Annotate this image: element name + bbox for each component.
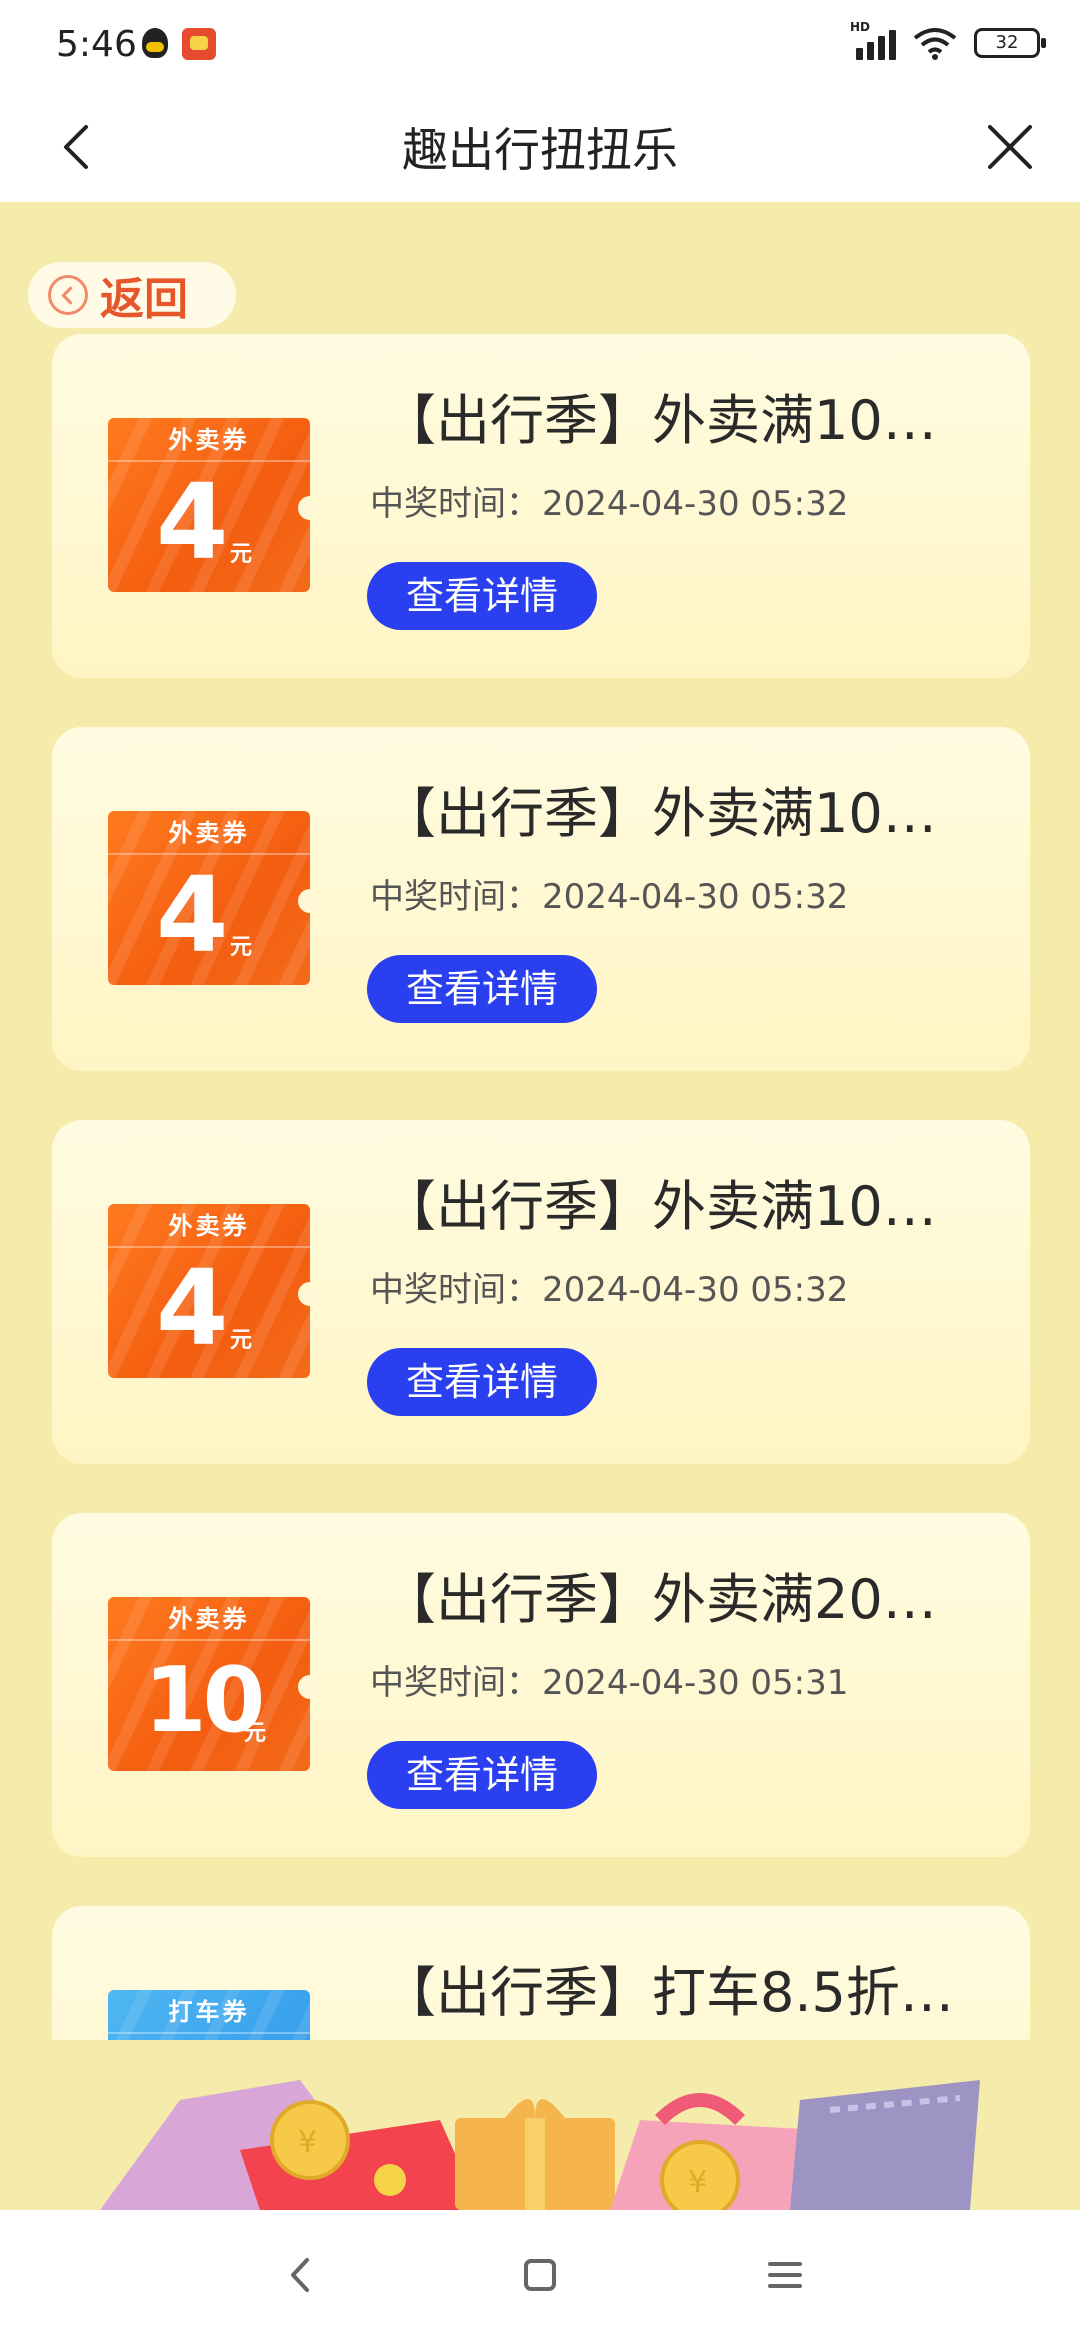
prize-title: 【出行季】外卖满10… <box>382 782 937 845</box>
close-icon[interactable] <box>980 117 1040 177</box>
coupon-type-label: 外卖券 <box>108 418 310 462</box>
prize-title: 【出行季】外卖满10… <box>382 1175 937 1238</box>
coupon-type-label: 外卖券 <box>108 1204 310 1248</box>
prize-card: 外卖券 4 元 【出行季】外卖满10… 中奖时间：2024-04-30 05:3… <box>52 727 1030 1071</box>
battery-icon: 32 <box>974 28 1046 58</box>
qq-icon <box>142 28 168 58</box>
coupon-unit: 元 <box>229 935 252 960</box>
prize-card: 打车券 【出行季】打车8.5折… <box>52 1906 1030 2040</box>
svg-text:¥: ¥ <box>688 2165 707 2200</box>
nav-home-icon[interactable] <box>505 2240 575 2310</box>
view-details-button[interactable]: 查看详情 <box>367 955 597 1023</box>
circle-back-icon <box>48 275 88 315</box>
status-time: 5:46 <box>56 24 137 65</box>
prize-title: 【出行季】打车8.5折… <box>382 1961 954 2024</box>
win-time: 中奖时间：2024-04-30 05:32 <box>370 877 849 917</box>
coupon-unit: 元 <box>229 1328 252 1353</box>
coupon-type-label: 打车券 <box>108 1990 310 2034</box>
main-content: 返回 外卖券 4 元 【出行季】外卖满10… 中奖时间：2024-04-30 0… <box>0 202 1080 2210</box>
coupon-unit: 元 <box>243 1721 266 1746</box>
cellular-signal-icon: HD <box>850 20 896 60</box>
nav-menu-icon[interactable] <box>750 2240 820 2310</box>
svg-text:¥: ¥ <box>298 2125 317 2160</box>
system-nav-bar <box>0 2210 1080 2340</box>
back-button[interactable]: 返回 <box>28 262 236 328</box>
prize-card: 外卖券 4 元 【出行季】外卖满10… 中奖时间：2024-04-30 05:3… <box>52 1120 1030 1464</box>
status-bar: 5:46 HD 32 <box>0 0 1080 92</box>
nav-back-icon[interactable] <box>265 2240 335 2310</box>
win-time: 中奖时间：2024-04-30 05:32 <box>370 484 849 524</box>
prize-card: 外卖券 10 元 【出行季】外卖满20… 中奖时间：2024-04-30 05:… <box>52 1513 1030 1857</box>
gift-decoration-image: ¥ ¥ <box>100 2080 980 2210</box>
notification-icons <box>142 28 216 60</box>
takeout-coupon-image: 外卖券 10 元 <box>108 1597 318 1773</box>
prize-title: 【出行季】外卖满20… <box>382 1568 937 1631</box>
prize-list[interactable]: 外卖券 4 元 【出行季】外卖满10… 中奖时间：2024-04-30 05:3… <box>52 334 1030 2040</box>
prize-title: 【出行季】外卖满10… <box>382 389 937 452</box>
back-button-label: 返回 <box>100 274 188 325</box>
win-time: 中奖时间：2024-04-30 05:32 <box>370 1270 849 1310</box>
status-indicators: HD 32 <box>850 20 1046 60</box>
app-notification-icon <box>182 28 216 60</box>
wifi-icon <box>913 28 957 60</box>
coupon-value: 4 <box>156 461 229 583</box>
coupon-unit: 元 <box>229 542 252 567</box>
title-bar: 趣出行扭扭乐 <box>0 92 1080 202</box>
coupon-type-label: 外卖券 <box>108 811 310 855</box>
win-time: 中奖时间：2024-04-30 05:31 <box>370 1663 849 1703</box>
takeout-coupon-image: 外卖券 4 元 <box>108 811 318 987</box>
taxi-coupon-image: 打车券 <box>108 1990 318 2040</box>
coupon-type-label: 外卖券 <box>108 1597 310 1641</box>
prize-card: 外卖券 4 元 【出行季】外卖满10… 中奖时间：2024-04-30 05:3… <box>52 334 1030 678</box>
page-title: 趣出行扭扭乐 <box>402 123 678 177</box>
network-type-label: HD <box>850 20 871 34</box>
takeout-coupon-image: 外卖券 4 元 <box>108 1204 318 1380</box>
coupon-value: 4 <box>156 854 229 976</box>
view-details-button[interactable]: 查看详情 <box>367 1741 597 1809</box>
view-details-button[interactable]: 查看详情 <box>367 1348 597 1416</box>
view-details-button[interactable]: 查看详情 <box>367 562 597 630</box>
coupon-value: 4 <box>156 1247 229 1369</box>
takeout-coupon-image: 外卖券 4 元 <box>108 418 318 594</box>
